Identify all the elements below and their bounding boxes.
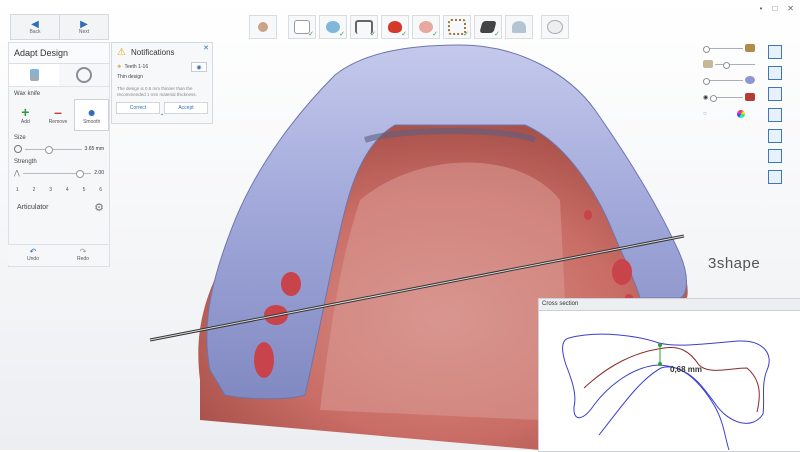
- drop-icon: ●: [87, 104, 96, 120]
- undo-label: Undo: [27, 256, 39, 262]
- step-preset[interactable]: 2: [33, 187, 36, 193]
- strength-slider-row: ⋀ 2.00: [9, 167, 109, 179]
- panel-title: Adapt Design: [9, 43, 109, 64]
- size-slider-row: 3.65 mm: [9, 143, 109, 155]
- notification-teeth: Teeth 1-16: [124, 64, 149, 70]
- smooth-label: Smooth: [83, 119, 101, 125]
- color-wheel-icon[interactable]: [736, 110, 745, 118]
- teeth-icon: ❖: [117, 64, 122, 70]
- slider-knob[interactable]: [703, 77, 710, 85]
- tool-selector: [9, 64, 109, 87]
- view-button-3[interactable]: [768, 87, 782, 101]
- step-preset[interactable]: 3: [49, 187, 52, 193]
- gear-icon[interactable]: ⚙: [94, 201, 104, 214]
- notifications-panel: ✕ ⚠ Notifications ❖ Teeth 1-16 ◉ Thin de…: [111, 42, 213, 124]
- chevron-up-icon[interactable]: ⌃: [112, 114, 212, 121]
- radio-selected-icon[interactable]: ◉: [703, 94, 708, 101]
- minus-icon: –: [54, 104, 62, 120]
- articulator-row[interactable]: Articulator ⚙: [9, 193, 109, 214]
- add-button[interactable]: + Add: [9, 99, 42, 131]
- size-slider-thumb[interactable]: [44, 145, 53, 154]
- warning-icon: ⚠: [117, 47, 126, 58]
- correct-button[interactable]: Correct: [116, 102, 160, 114]
- size-value: 3.65 mm: [84, 146, 104, 152]
- articulator-label: Articulator: [17, 204, 49, 211]
- wax-actions: + Add – Remove ● Smooth: [9, 99, 110, 131]
- visibility-slider-2[interactable]: [703, 59, 755, 69]
- strength-slider-thumb[interactable]: [76, 169, 85, 178]
- notification-description: The design is 0.5 mm thinner than the re…: [117, 86, 197, 97]
- wax-knife-icon: [29, 69, 39, 81]
- notifications-title: Notifications: [130, 48, 175, 57]
- undo-redo-bar: ↶ Undo ↷ Redo: [8, 244, 108, 265]
- plus-icon: +: [21, 104, 30, 120]
- strength-icon: ⋀: [14, 170, 20, 177]
- brand-logo: 3shape: [708, 255, 761, 272]
- eye-icon[interactable]: ◉: [191, 62, 207, 72]
- view-button-7[interactable]: [768, 170, 782, 184]
- step-preset[interactable]: 4: [66, 187, 69, 193]
- color-toggle-row[interactable]: ○: [703, 109, 745, 119]
- undo-icon: ↶: [29, 247, 37, 256]
- size-circle-icon: [14, 145, 22, 153]
- view-button-5[interactable]: [768, 129, 782, 143]
- lock-model-icon: [745, 44, 755, 52]
- strength-value: 2.00: [94, 170, 104, 176]
- add-label: Add: [20, 119, 30, 125]
- 3d-viewport[interactable]: • □ ✕ ◀ Back ▶ Next ✓ ✓ ✓ ✓ ✓ ✓ ✓ Adapt …: [0, 0, 800, 452]
- bracket-model-icon: [703, 60, 713, 68]
- visibility-slider-4[interactable]: ◉: [703, 92, 756, 102]
- step-presets: 1 2 3 4 5 6: [9, 179, 109, 193]
- close-icon[interactable]: ✕: [203, 44, 209, 52]
- strength-label: Strength: [14, 159, 37, 165]
- slider-knob[interactable]: [723, 61, 730, 69]
- redo-label: Redo: [77, 256, 89, 262]
- remove-label: Remove: [48, 119, 68, 125]
- view-button-6[interactable]: [768, 149, 782, 163]
- sculpt-icon: [76, 67, 92, 83]
- tool-label: Wax knife: [14, 91, 41, 97]
- notification-type: Thin design: [117, 74, 143, 80]
- slider-knob[interactable]: [710, 94, 718, 102]
- view-button-1[interactable]: [768, 45, 782, 59]
- visibility-slider-1[interactable]: [703, 43, 755, 53]
- redo-icon: ↷: [79, 247, 87, 256]
- undo-button[interactable]: ↶ Undo: [8, 245, 58, 265]
- guard-model-icon: [745, 76, 755, 84]
- cross-section-panel: Cross section 0,68 mm: [538, 298, 800, 452]
- sculpt-tool-button[interactable]: [59, 64, 109, 86]
- radio-icon[interactable]: ○: [703, 111, 707, 117]
- redo-button[interactable]: ↷ Redo: [58, 245, 108, 265]
- size-slider[interactable]: [25, 145, 82, 154]
- size-label: Size: [14, 135, 26, 141]
- gum-model-icon: [745, 93, 756, 101]
- smooth-button[interactable]: ● Smooth: [74, 99, 110, 131]
- step-preset[interactable]: 6: [99, 187, 102, 193]
- accept-button[interactable]: Accept: [164, 102, 208, 114]
- view-button-2[interactable]: [768, 66, 782, 80]
- visibility-slider-3[interactable]: [703, 75, 755, 85]
- thickness-measurement: 0,68 mm: [670, 365, 703, 374]
- adapt-design-panel: Adapt Design Wax knife + Add – Remove ● Smo…: [8, 42, 110, 267]
- step-preset[interactable]: 1: [16, 187, 19, 193]
- slider-knob[interactable]: [703, 45, 710, 53]
- strength-slider[interactable]: [22, 169, 92, 178]
- remove-button[interactable]: – Remove: [42, 99, 75, 131]
- step-preset[interactable]: 5: [83, 187, 86, 193]
- view-button-4[interactable]: [768, 108, 782, 122]
- cross-section-plot: [562, 333, 770, 450]
- wax-knife-tool-button[interactable]: [9, 64, 59, 86]
